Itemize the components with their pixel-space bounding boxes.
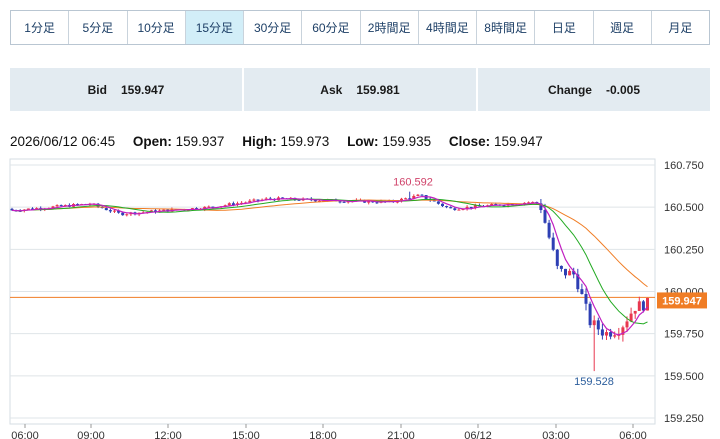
candle-body: [125, 214, 129, 216]
timeframe-tabs: 1分足 5分足 10分足 15分足 30分足 60分足 2時間足 4時間足 8時間足 日足 週足 月足: [10, 10, 710, 45]
candle-body: [256, 199, 260, 201]
candle-body: [543, 210, 547, 223]
bid-label: Bid: [87, 82, 107, 97]
x-tick-label: 15:00: [232, 430, 260, 439]
ohlc-readout: 2026/06/12 06:45 Open: 159.937 High: 159…: [10, 134, 543, 149]
ohlc-datetime: 2026/06/12 06:45: [10, 134, 116, 149]
price-chart[interactable]: 160.750160.500160.250160.000159.750159.5…: [0, 150, 720, 439]
x-tick-label: 06/12: [464, 430, 492, 439]
candle-body: [600, 329, 604, 336]
close-value: 159.947: [493, 134, 543, 149]
y-tick-label: 160.750: [664, 160, 704, 172]
candle-body: [104, 208, 108, 211]
low-label: Low:: [347, 134, 379, 149]
candle-body: [404, 198, 408, 200]
timeframe-tab[interactable]: 5分足: [69, 11, 128, 44]
quote-bar: Bid 159.947 Ask 159.981 Change -0.005: [10, 68, 710, 111]
candle-body: [445, 206, 449, 208]
y-tick-label: 159.750: [664, 329, 704, 341]
timeframe-tab[interactable]: 60分足: [302, 11, 361, 44]
candle-body: [457, 209, 461, 211]
candle-body: [453, 208, 457, 210]
candle-body: [59, 205, 63, 207]
timeframe-tab[interactable]: 10分足: [127, 11, 186, 44]
open-label: Open:: [132, 134, 172, 149]
bid-cell: Bid 159.947: [10, 68, 244, 111]
timeframe-tab[interactable]: 月足: [651, 11, 709, 44]
candle-body: [596, 320, 600, 330]
candle-body: [551, 237, 555, 250]
candle-body: [338, 201, 342, 203]
candle-body: [559, 265, 563, 269]
timeframe-tab[interactable]: 2時間足: [360, 11, 419, 44]
ask-value: 159.981: [356, 82, 400, 97]
candle-body: [121, 212, 125, 216]
bid-value: 159.947: [120, 82, 165, 97]
candle-body: [633, 310, 637, 314]
candle-body: [252, 199, 256, 201]
candle-body: [592, 320, 596, 326]
ask-cell: Ask 159.981: [244, 68, 478, 111]
timeframe-tab[interactable]: 30分足: [244, 11, 303, 44]
candle-body: [375, 202, 379, 204]
candle-body: [449, 207, 453, 209]
change-label: Change: [547, 82, 592, 97]
candle-body: [584, 293, 588, 304]
x-tick-label: 09:00: [77, 430, 105, 439]
x-tick-label: 18:00: [309, 430, 337, 439]
candle-body: [580, 289, 584, 294]
high-value: 159.973: [280, 134, 330, 149]
timeframe-tab[interactable]: 1分足: [11, 11, 70, 44]
candle-body: [227, 203, 231, 206]
candle-body: [420, 194, 424, 196]
candle-body: [555, 249, 559, 266]
timeframe-tab[interactable]: 日足: [535, 11, 594, 44]
timeframe-tab[interactable]: 15分足: [185, 11, 244, 44]
y-tick-label: 160.250: [664, 244, 704, 256]
candle-body: [641, 301, 645, 311]
candle-body: [342, 201, 346, 203]
low-value: 159.935: [382, 134, 432, 149]
x-tick-label: 06:00: [619, 430, 647, 439]
open-value: 159.937: [175, 134, 225, 149]
candle-body: [108, 210, 112, 212]
x-tick-label: 06:00: [11, 430, 39, 439]
timeframe-tab[interactable]: 4時間足: [418, 11, 477, 44]
high-label: High:: [242, 134, 277, 149]
y-tick-label: 159.500: [664, 371, 704, 383]
candle-body: [625, 321, 629, 328]
low-annotation: 159.528: [574, 376, 614, 388]
x-tick-label: 21:00: [387, 430, 415, 439]
close-label: Close:: [448, 134, 491, 149]
candle-body: [605, 332, 608, 336]
candle-body: [441, 203, 444, 207]
ask-label: Ask: [320, 82, 343, 97]
y-tick-label: 159.250: [664, 413, 704, 425]
candle-body: [416, 194, 420, 196]
x-tick-label: 12:00: [154, 430, 182, 439]
timeframe-tab[interactable]: 8時間足: [477, 11, 536, 44]
candle-body: [564, 268, 567, 276]
x-tick-label: 03:00: [542, 430, 570, 439]
candle-body: [547, 222, 551, 238]
candle-body: [568, 270, 572, 276]
candle-body: [609, 332, 613, 337]
high-annotation: 160.592: [393, 177, 433, 189]
candle-body: [588, 303, 592, 326]
change-value: -0.005: [605, 82, 641, 97]
current-price-label: 159.947: [662, 295, 702, 307]
candle-body: [637, 301, 641, 311]
candle-body: [113, 210, 116, 212]
candle-body: [55, 205, 59, 207]
candle-body: [613, 335, 617, 337]
y-tick-label: 160.500: [664, 202, 704, 214]
timeframe-tab[interactable]: 週足: [593, 11, 652, 44]
change-cell: Change -0.005: [478, 68, 710, 111]
candle-body: [436, 201, 440, 204]
